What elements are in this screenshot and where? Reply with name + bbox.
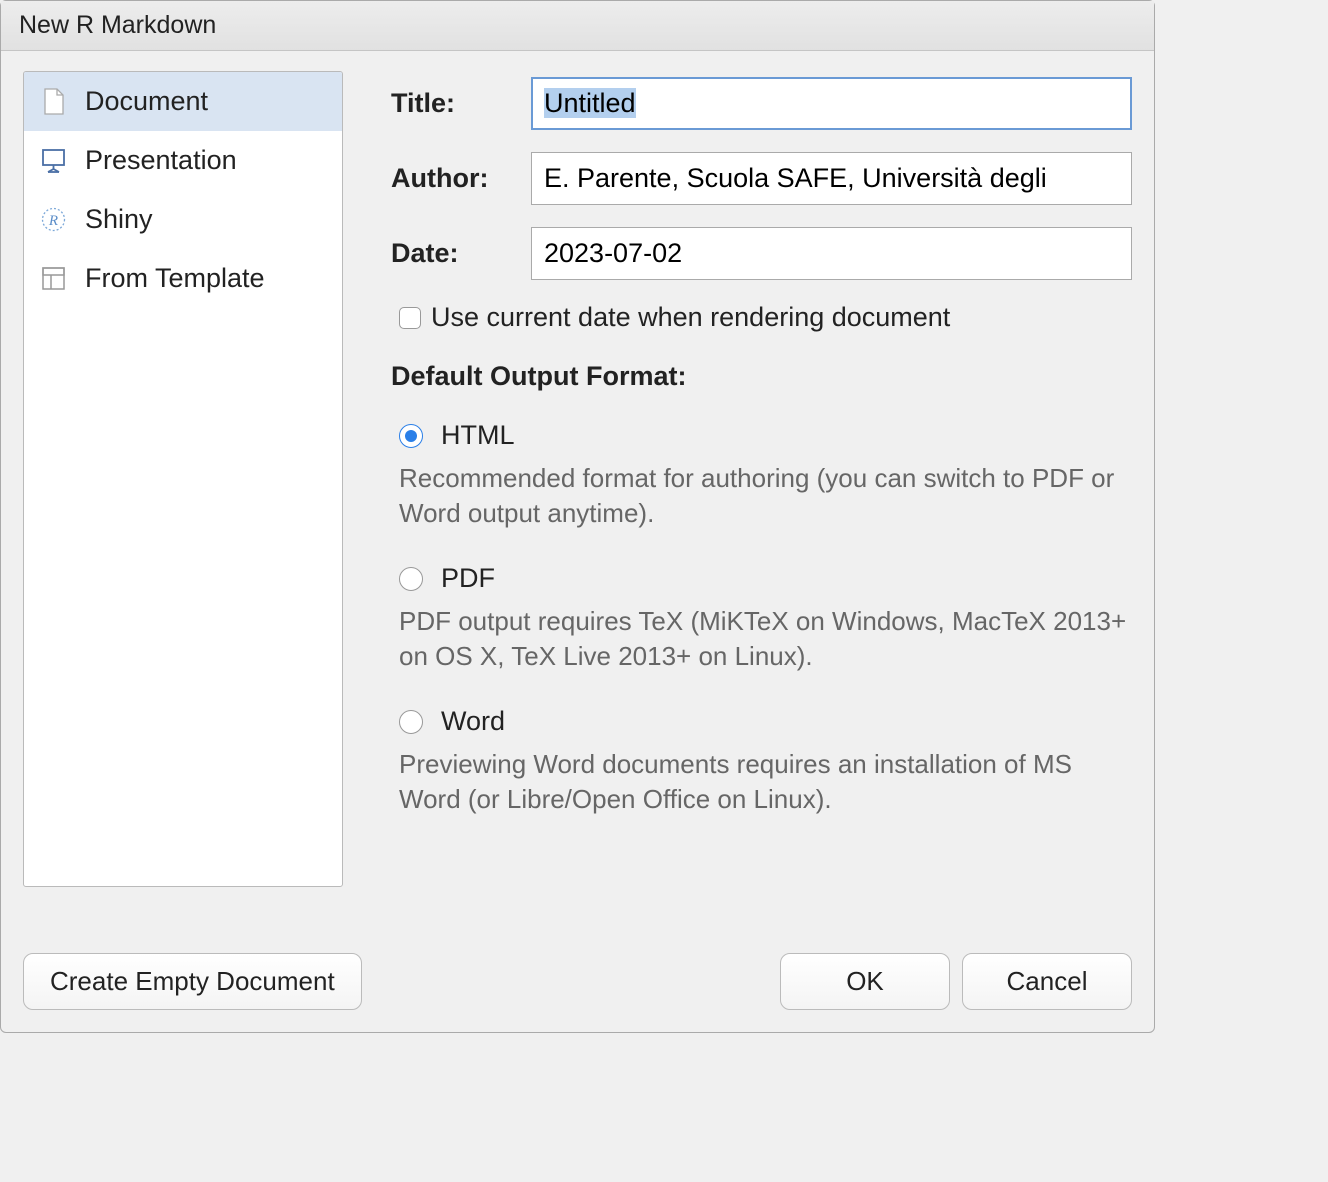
radio-label-word: Word bbox=[441, 706, 505, 737]
radio-label-pdf: PDF bbox=[441, 563, 495, 594]
ok-button[interactable]: OK bbox=[780, 953, 950, 1010]
radio-row-html: HTML bbox=[399, 420, 1132, 451]
cancel-button[interactable]: Cancel bbox=[962, 953, 1132, 1010]
template-icon bbox=[40, 265, 67, 292]
radio-html[interactable] bbox=[399, 424, 423, 448]
output-format-group: HTML Recommended format for authoring (y… bbox=[399, 420, 1132, 818]
radio-option-word: Word Previewing Word documents requires … bbox=[399, 706, 1132, 817]
date-row: Date: bbox=[391, 227, 1132, 280]
sidebar-item-from-template[interactable]: From Template bbox=[24, 249, 342, 308]
radio-row-pdf: PDF bbox=[399, 563, 1132, 594]
radio-option-html: HTML Recommended format for authoring (y… bbox=[399, 420, 1132, 531]
radio-option-pdf: PDF PDF output requires TeX (MiKTeX on W… bbox=[399, 563, 1132, 674]
sidebar: Document Presentation bbox=[23, 71, 343, 887]
author-input[interactable] bbox=[531, 152, 1132, 205]
sidebar-item-shiny[interactable]: R Shiny bbox=[24, 190, 342, 249]
sidebar-item-label: Shiny bbox=[85, 204, 153, 235]
document-icon bbox=[40, 88, 67, 115]
radio-pdf[interactable] bbox=[399, 567, 423, 591]
use-current-date-label: Use current date when rendering document bbox=[431, 302, 950, 333]
sidebar-item-label: Document bbox=[85, 86, 208, 117]
title-label: Title: bbox=[391, 88, 531, 119]
sidebar-item-label: Presentation bbox=[85, 145, 237, 176]
dialog-body: Document Presentation bbox=[1, 51, 1154, 953]
radio-desc-word: Previewing Word documents requires an in… bbox=[399, 747, 1132, 817]
shiny-icon: R bbox=[40, 206, 67, 233]
create-empty-document-button[interactable]: Create Empty Document bbox=[23, 953, 362, 1010]
use-current-date-checkbox[interactable] bbox=[399, 307, 421, 329]
dialog-footer: Create Empty Document OK Cancel bbox=[1, 953, 1154, 1032]
date-input[interactable] bbox=[531, 227, 1132, 280]
title-input[interactable]: Untitled bbox=[531, 77, 1132, 130]
presentation-icon bbox=[40, 147, 67, 174]
author-row: Author: bbox=[391, 152, 1132, 205]
output-format-heading: Default Output Format: bbox=[391, 361, 1132, 392]
radio-desc-pdf: PDF output requires TeX (MiKTeX on Windo… bbox=[399, 604, 1132, 674]
svg-text:R: R bbox=[48, 213, 58, 229]
dialog-title: New R Markdown bbox=[1, 1, 1154, 51]
title-row: Title: Untitled bbox=[391, 77, 1132, 130]
radio-word[interactable] bbox=[399, 710, 423, 734]
main-panel: Title: Untitled Author: Date: Use curren… bbox=[391, 71, 1132, 953]
sidebar-item-label: From Template bbox=[85, 263, 265, 294]
sidebar-item-presentation[interactable]: Presentation bbox=[24, 131, 342, 190]
date-label: Date: bbox=[391, 238, 531, 269]
radio-desc-html: Recommended format for authoring (you ca… bbox=[399, 461, 1132, 531]
radio-label-html: HTML bbox=[441, 420, 515, 451]
new-rmarkdown-dialog: New R Markdown Document bbox=[0, 0, 1155, 1033]
sidebar-item-document[interactable]: Document bbox=[24, 72, 342, 131]
radio-row-word: Word bbox=[399, 706, 1132, 737]
use-current-date-row: Use current date when rendering document bbox=[399, 302, 1132, 333]
author-label: Author: bbox=[391, 163, 531, 194]
